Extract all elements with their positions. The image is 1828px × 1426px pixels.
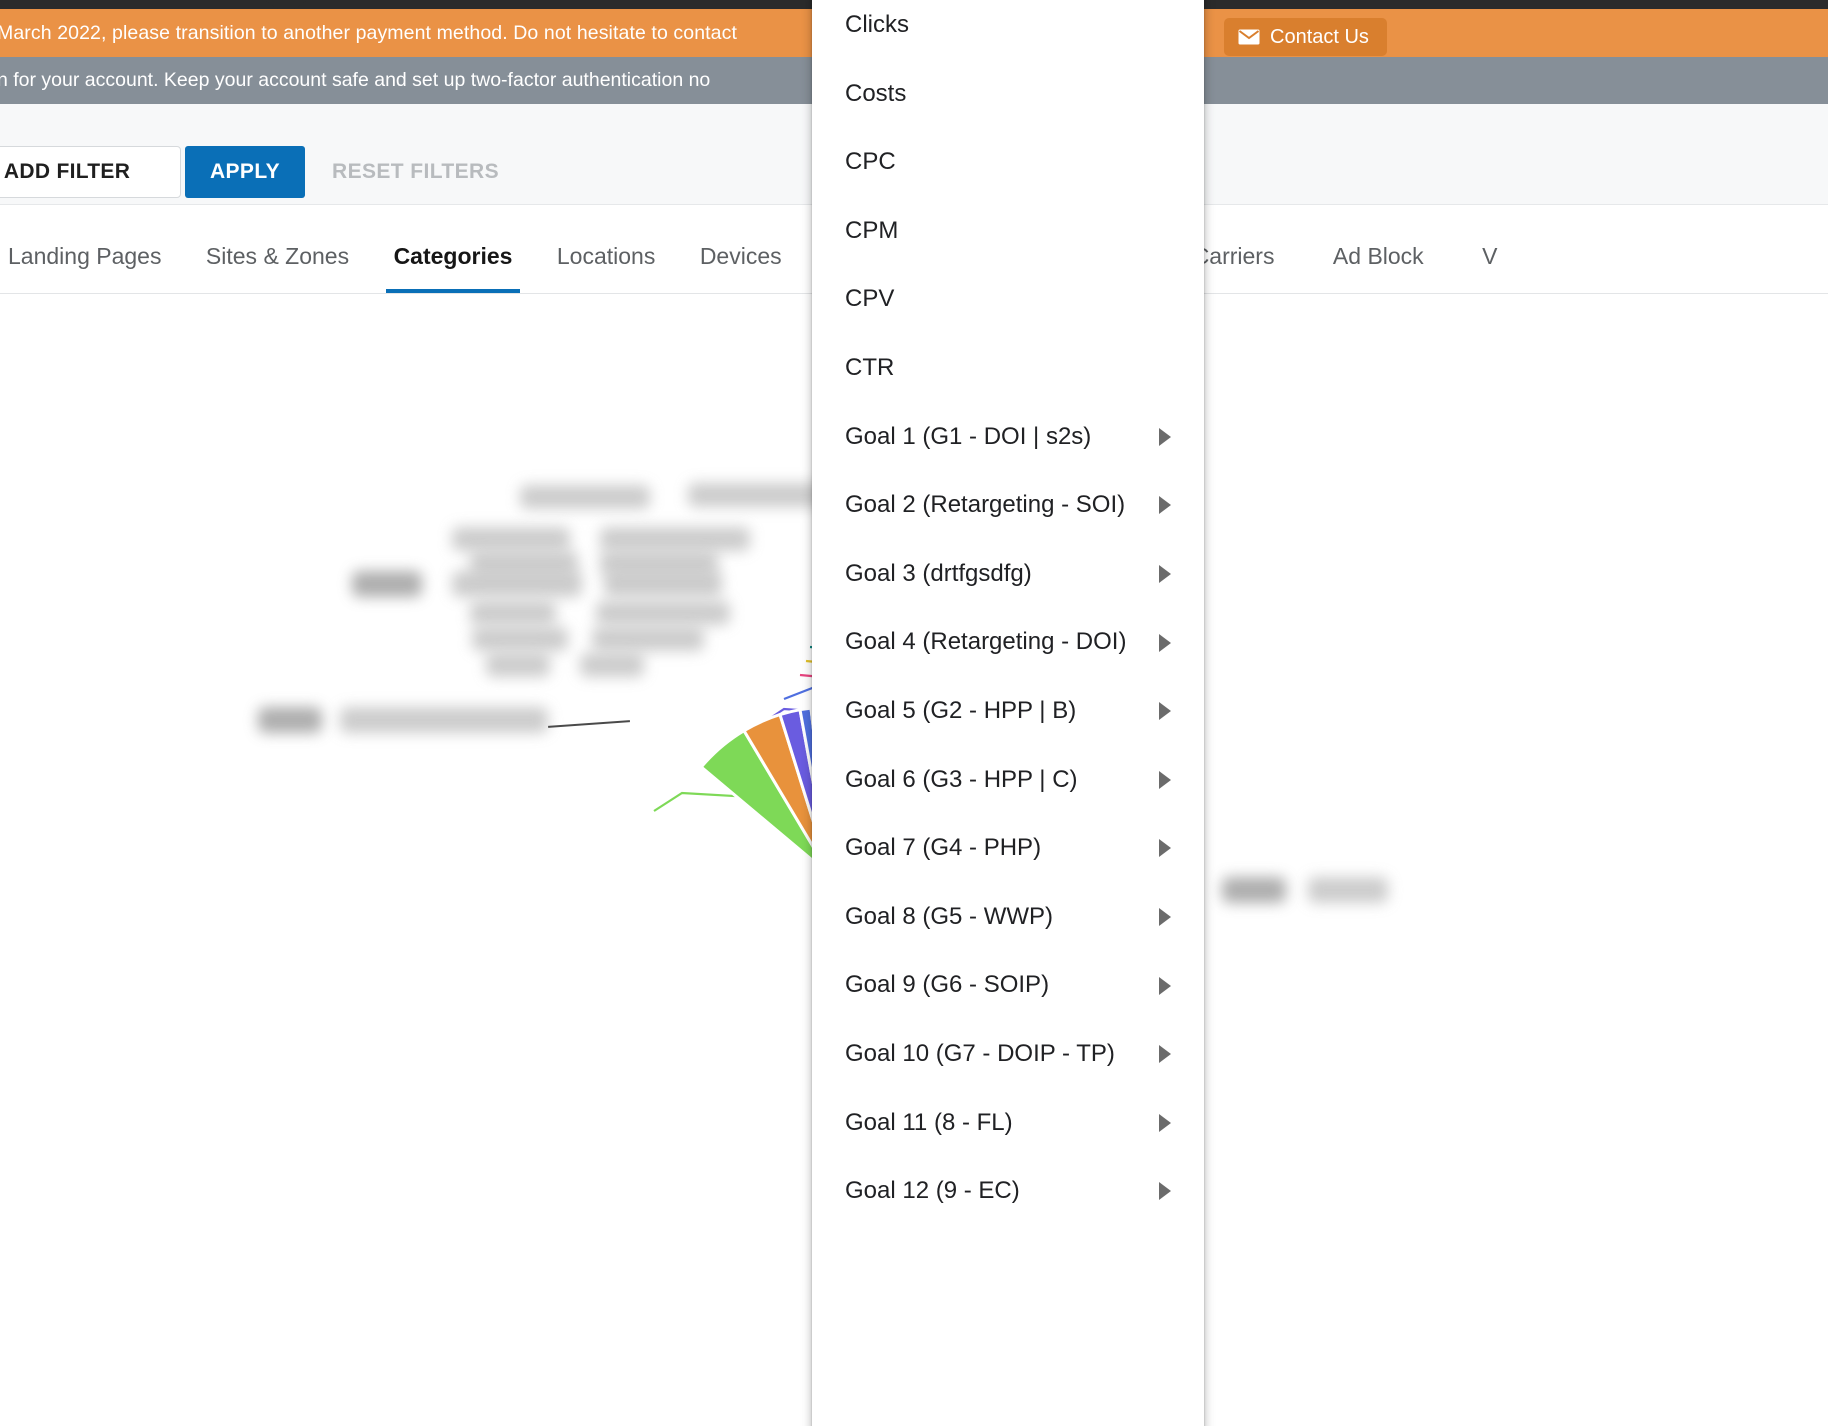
menu-item-label: CPM	[845, 217, 898, 244]
menu-item[interactable]: Clicks	[812, 0, 1204, 60]
contact-us-label: Contact Us	[1270, 26, 1369, 49]
menu-item-label: Goal 11 (8 - FL)	[845, 1109, 1013, 1136]
submenu-arrow-icon	[1159, 908, 1171, 926]
submenu-arrow-icon	[1159, 1114, 1171, 1132]
menu-item[interactable]: Goal 7 (G4 - PHP)	[812, 814, 1204, 883]
menu-item[interactable]: Goal 3 (drtfgsdfg)	[812, 540, 1204, 609]
metric-dropdown-menu[interactable]: Clicks Costs CPC CPM CPV CTR Goal 1 (G1 - DOI …	[812, 0, 1204, 1426]
redacted-label	[452, 571, 582, 597]
redacted-label	[472, 627, 568, 651]
add-filter-button[interactable]: + ADD FILTER	[0, 146, 181, 198]
submenu-arrow-icon	[1159, 496, 1171, 514]
menu-item-label: Goal 4 (Retargeting - DOI)	[845, 628, 1126, 655]
menu-item[interactable]: Goal 12 (9 - EC)	[812, 1157, 1204, 1226]
menu-item[interactable]: CPC	[812, 128, 1204, 197]
redacted-label	[340, 707, 548, 733]
menu-item-label: Costs	[845, 80, 906, 107]
menu-item-label: Goal 12 (9 - EC)	[845, 1177, 1020, 1204]
redacted-label	[452, 527, 570, 551]
security-banner-text: n for your account. Keep your account sa…	[0, 57, 710, 104]
menu-item[interactable]: Goal 2 (Retargeting - SOI)	[812, 471, 1204, 540]
redacted-label	[470, 601, 556, 625]
tab-sites-and-zones[interactable]: Sites & Zones	[186, 219, 369, 293]
submenu-arrow-icon	[1159, 977, 1171, 995]
billing-banner-text: March 2022, please transition to another…	[0, 9, 737, 57]
menu-item-label: Goal 8 (G5 - WWP)	[845, 903, 1053, 930]
contact-us-button[interactable]: Contact Us	[1224, 18, 1387, 56]
submenu-arrow-icon	[1159, 839, 1171, 857]
tab-overflow[interactable]: V	[1448, 219, 1517, 293]
submenu-arrow-icon	[1159, 565, 1171, 583]
menu-item[interactable]: Goal 1 (G1 - DOI | s2s)	[812, 403, 1204, 472]
menu-item-label: Goal 3 (drtfgsdfg)	[845, 560, 1032, 587]
menu-item-label: Goal 10 (G7 - DOIP - TP)	[845, 1040, 1115, 1067]
tab-locations[interactable]: Locations	[537, 219, 675, 293]
submenu-arrow-icon	[1159, 1045, 1171, 1063]
tab-landing-pages[interactable]: Landing Pages	[0, 219, 181, 293]
apply-button[interactable]: APPLY	[185, 146, 305, 198]
redacted-label	[600, 527, 750, 551]
redacted-label	[1222, 877, 1286, 903]
reset-filters-button[interactable]: RESET FILTERS	[322, 146, 509, 198]
submenu-arrow-icon	[1159, 702, 1171, 720]
envelope-icon	[1238, 29, 1260, 45]
menu-item[interactable]: CPM	[812, 197, 1204, 266]
redacted-label	[352, 571, 422, 597]
tab-devices[interactable]: Devices	[680, 219, 802, 293]
menu-item-label: Goal 5 (G2 - HPP | B)	[845, 697, 1076, 724]
menu-item[interactable]: Goal 11 (8 - FL)	[812, 1089, 1204, 1158]
submenu-arrow-icon	[1159, 634, 1171, 652]
menu-item[interactable]: Goal 6 (G3 - HPP | C)	[812, 746, 1204, 815]
menu-item-label: Goal 1 (G1 - DOI | s2s)	[845, 423, 1091, 450]
tab-categories[interactable]: Categories	[374, 219, 533, 293]
menu-item-label: Goal 6 (G3 - HPP | C)	[845, 766, 1078, 793]
menu-item[interactable]: Goal 8 (G5 - WWP)	[812, 883, 1204, 952]
submenu-arrow-icon	[1159, 428, 1171, 446]
menu-item-label: Goal 9 (G6 - SOIP)	[845, 971, 1049, 998]
menu-item-label: CPV	[845, 285, 894, 312]
menu-item[interactable]: Goal 5 (G2 - HPP | B)	[812, 677, 1204, 746]
submenu-arrow-icon	[1159, 771, 1171, 789]
menu-item-label: CPC	[845, 148, 896, 175]
tab-ad-block[interactable]: Ad Block	[1299, 219, 1444, 293]
menu-item-label: CTR	[845, 354, 894, 381]
menu-item[interactable]: Goal 4 (Retargeting - DOI)	[812, 608, 1204, 677]
redacted-label	[604, 571, 722, 597]
menu-item[interactable]: Goal 10 (G7 - DOIP - TP)	[812, 1020, 1204, 1089]
menu-item-label: Goal 2 (Retargeting - SOI)	[845, 491, 1125, 518]
analytics-dashboard-page: March 2022, please transition to another…	[0, 0, 1828, 1426]
menu-item[interactable]: CTR	[812, 334, 1204, 403]
menu-item[interactable]: CPV	[812, 265, 1204, 334]
submenu-arrow-icon	[1159, 1182, 1171, 1200]
redacted-label	[258, 707, 322, 733]
menu-item[interactable]: Costs	[812, 60, 1204, 129]
menu-item-label: Clicks	[845, 11, 909, 38]
redacted-label	[486, 653, 550, 677]
redacted-label	[520, 485, 650, 509]
redacted-label	[1308, 877, 1388, 903]
menu-item[interactable]: Goal 9 (G6 - SOIP)	[812, 951, 1204, 1020]
menu-item-label: Goal 7 (G4 - PHP)	[845, 834, 1041, 861]
